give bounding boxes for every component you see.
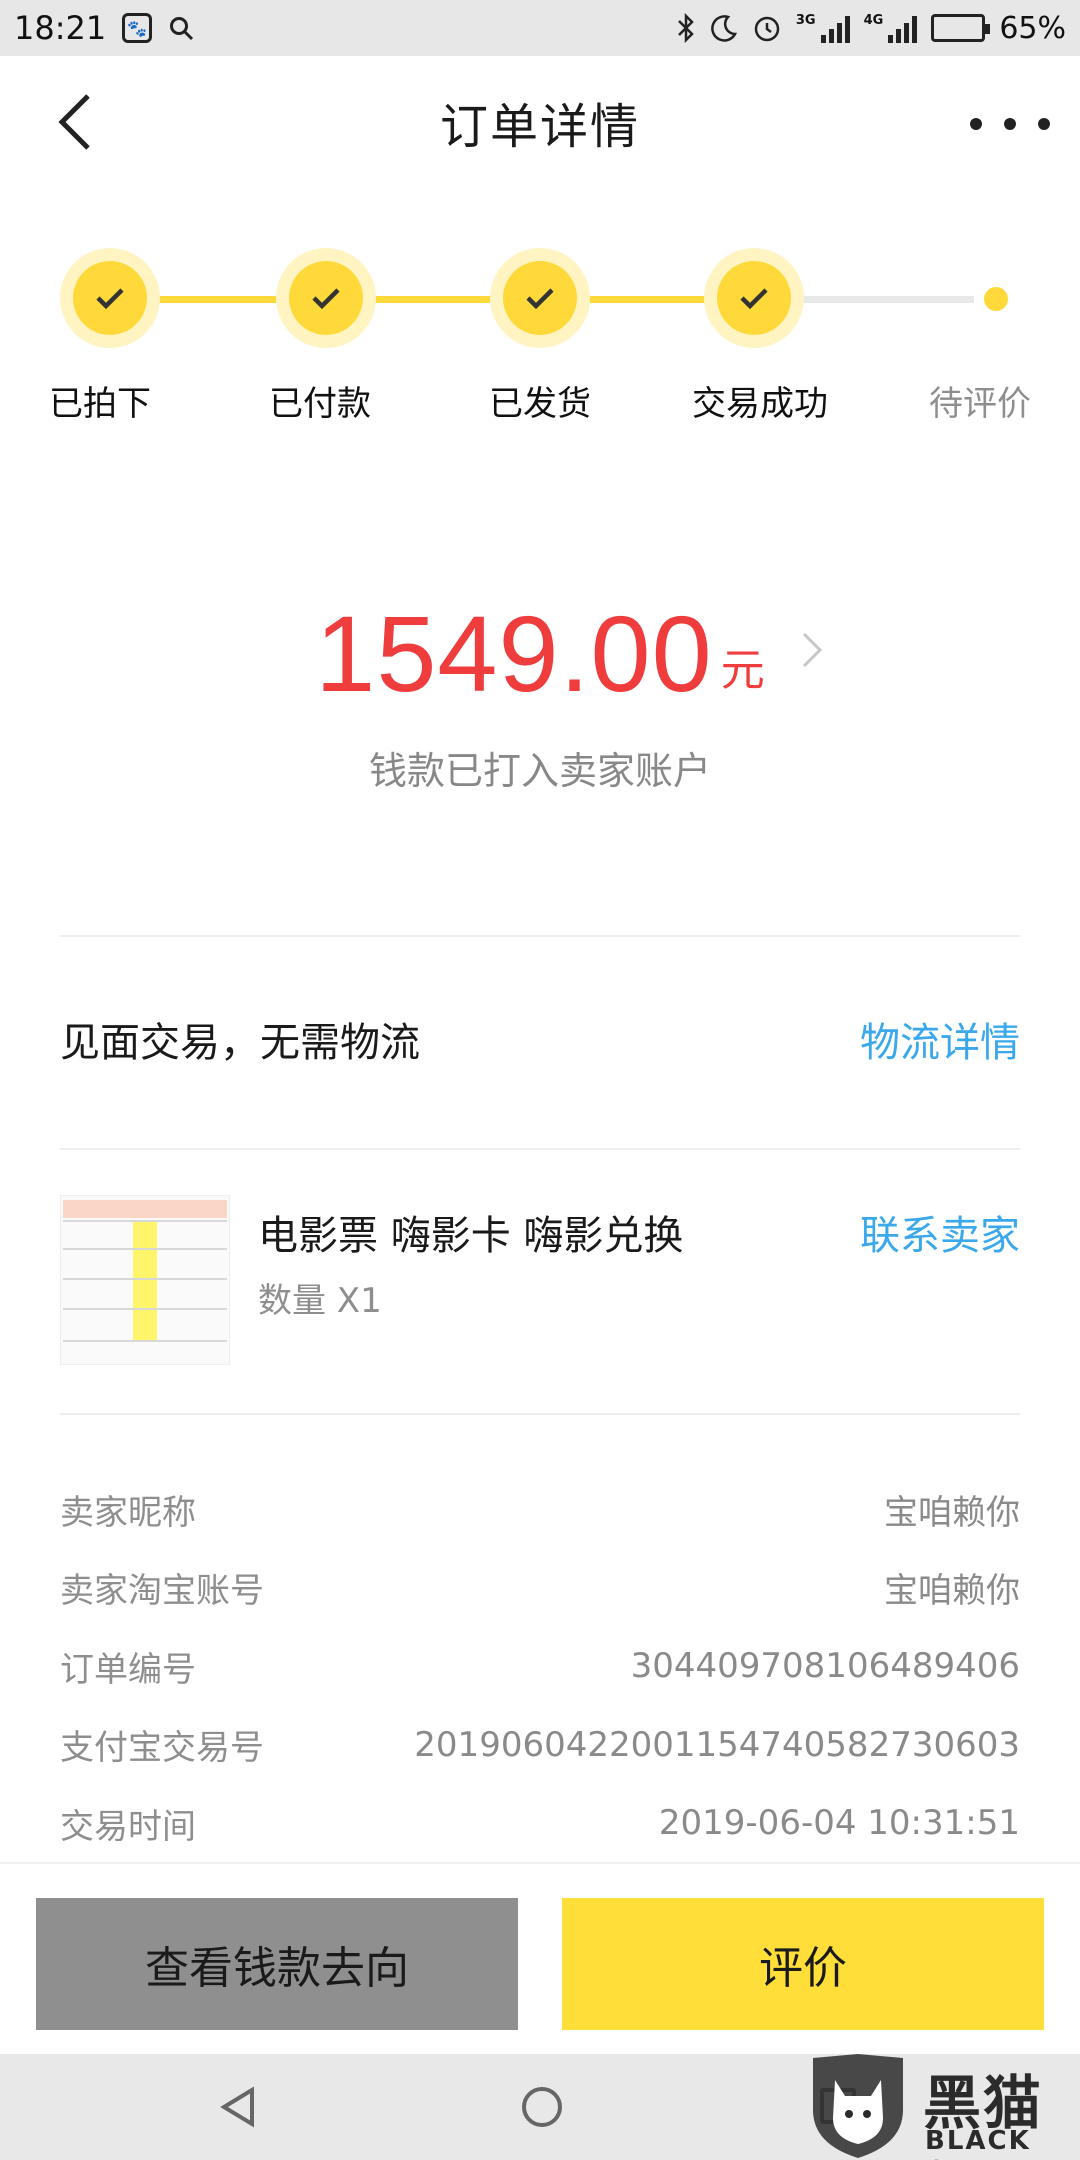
- step-label-pending: 待评价: [929, 384, 1031, 424]
- watermark-subtitle: BLACK CAT: [925, 2126, 1031, 2160]
- step-label: 交易成功: [692, 384, 828, 424]
- info-row: 卖家淘宝账号 宝咱赖你: [60, 1549, 1020, 1628]
- info-row: 卖家昵称 宝咱赖你: [60, 1470, 1020, 1549]
- moon-icon: [711, 15, 737, 42]
- divider: [60, 935, 1020, 937]
- order-progress: 已拍下 已付款 已发货 交易成功 待评价: [0, 248, 1080, 448]
- logistics-text: 见面交易，无需物流: [60, 1020, 420, 1066]
- step-pending-dot: [984, 287, 1008, 311]
- step-check-icon: [60, 248, 160, 348]
- more-options-icon[interactable]: [970, 106, 1050, 142]
- page-title: 订单详情: [439, 99, 640, 155]
- info-label: 支付宝交易号: [60, 1728, 264, 1769]
- black-cat-watermark: 黑猫 BLACK CAT: [805, 2052, 1080, 2160]
- step-check-icon: [704, 248, 804, 348]
- info-label: 交易时间: [60, 1806, 196, 1847]
- info-label: 订单编号: [60, 1649, 196, 1690]
- cat-shield-logo: [813, 2054, 903, 2158]
- signal-3g-icon: 3G: [796, 13, 850, 43]
- nav-back-icon[interactable]: [218, 2086, 258, 2128]
- info-value: 宝咱赖你: [884, 1571, 1020, 1612]
- product-title: 电影票 嗨影卡 嗨影兑换: [258, 1213, 684, 1259]
- battery-percent: 65%: [999, 10, 1066, 46]
- product-item[interactable]: 电影票 嗨影卡 嗨影兑换 数量 X1 联系卖家: [60, 1195, 1020, 1370]
- bottom-action-bar: 查看钱款去向 评价: [0, 1862, 1080, 2054]
- logistics-row: 见面交易，无需物流 物流详情: [60, 1010, 1020, 1068]
- info-row: 订单编号 304409708106489406: [60, 1627, 1020, 1706]
- review-button[interactable]: 评价: [562, 1898, 1044, 2030]
- info-value: 宝咱赖你: [884, 1492, 1020, 1533]
- step-check-icon: [276, 248, 376, 348]
- status-bar: 18:21 🐾 3G 4G 65%: [0, 0, 1080, 56]
- battery-icon: [931, 14, 991, 42]
- search-icon: [170, 17, 194, 41]
- info-value: 2019-06-04 10:31:51: [658, 1803, 1020, 1844]
- info-value: 2019060422001154740582730603: [414, 1724, 1020, 1765]
- payment-amount-row[interactable]: 1549.00 元: [0, 600, 1080, 708]
- header: 订单详情: [0, 56, 1080, 188]
- step-check-icon: [490, 248, 590, 348]
- contact-seller-link[interactable]: 联系卖家: [860, 1203, 1020, 1261]
- logistics-detail-link[interactable]: 物流详情: [860, 1010, 1020, 1068]
- info-label: 卖家淘宝账号: [60, 1571, 264, 1612]
- product-thumbnail[interactable]: [60, 1195, 230, 1365]
- status-time: 18:21: [14, 9, 107, 47]
- payment-amount: 1549.00: [315, 593, 713, 714]
- back-icon[interactable]: [50, 90, 110, 154]
- product-quantity: 数量 X1: [258, 1281, 382, 1321]
- step-label: 已拍下: [49, 384, 151, 424]
- signal-4g-icon: 4G: [864, 13, 918, 43]
- currency-unit: 元: [720, 645, 765, 696]
- paw-app-icon: 🐾: [122, 13, 153, 43]
- step-label: 已付款: [269, 384, 371, 424]
- nav-home-icon[interactable]: [522, 2087, 562, 2127]
- divider: [60, 1413, 1020, 1415]
- alarm-icon: [754, 16, 780, 42]
- bluetooth-icon: [677, 13, 694, 43]
- info-label: 卖家昵称: [60, 1492, 196, 1533]
- info-row: 交易时间 2019-06-04 10:31:51: [60, 1784, 1020, 1863]
- step-label: 已发货: [489, 384, 591, 424]
- info-row: 支付宝交易号 2019060422001154740582730603: [60, 1706, 1020, 1785]
- divider: [60, 1148, 1020, 1150]
- info-value: 304409708106489406: [630, 1646, 1020, 1687]
- order-info: 卖家昵称 宝咱赖你 卖家淘宝账号 宝咱赖你 订单编号 3044097081064…: [60, 1470, 1020, 1863]
- payment-status: 钱款已打入卖家账户: [368, 749, 711, 793]
- view-funds-button[interactable]: 查看钱款去向: [36, 1898, 518, 2030]
- chevron-right-icon: [802, 632, 823, 668]
